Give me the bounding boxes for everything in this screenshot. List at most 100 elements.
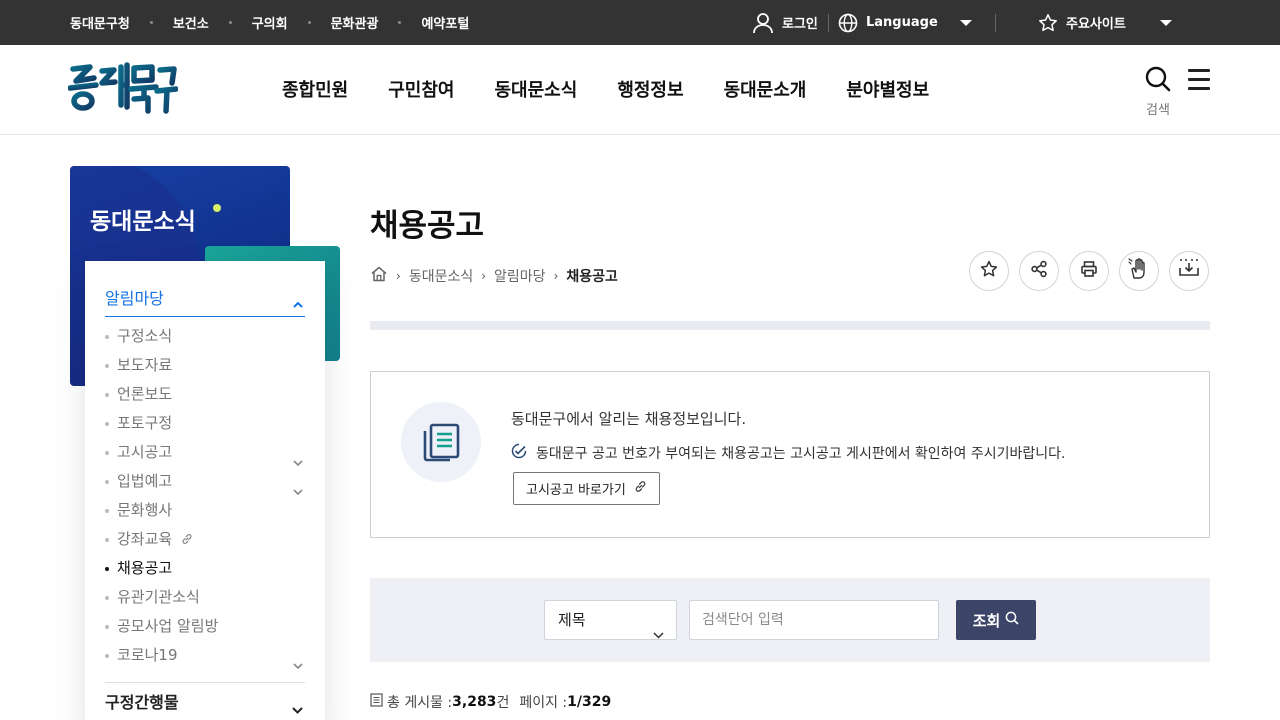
nav-introduction[interactable]: 동대문소개 bbox=[724, 76, 807, 102]
divider bbox=[828, 14, 829, 32]
sidebar-item-label: 언론보도 bbox=[117, 385, 173, 403]
sidebar-item[interactable]: 유관기관소식 bbox=[105, 583, 305, 612]
sidebar-section-toggle[interactable]: 구정간행물 bbox=[105, 682, 305, 720]
family-site-links: 동대문구청 보건소 구의회 문화관광 예약포털 bbox=[70, 0, 469, 45]
sidebar-item[interactable]: 입법예고 bbox=[105, 467, 305, 496]
toplink-council[interactable]: 구의회 bbox=[252, 13, 288, 32]
caret-down-icon bbox=[959, 19, 972, 26]
globe-icon bbox=[838, 13, 858, 33]
star-icon bbox=[1038, 13, 1058, 33]
chevron-right-icon: › bbox=[396, 269, 401, 283]
search-icon bbox=[1000, 611, 1019, 629]
logo-graphic bbox=[67, 62, 179, 114]
share-icon bbox=[1030, 260, 1048, 282]
search-input[interactable] bbox=[689, 600, 939, 640]
page-value: 1/329 bbox=[567, 694, 612, 710]
menu-line bbox=[1188, 69, 1210, 72]
info-headline: 동대문구에서 알리는 채용정보입니다. bbox=[511, 410, 747, 428]
sidebar-item-label: 입법예고 bbox=[117, 472, 173, 490]
sidebar-title-dot bbox=[213, 204, 221, 212]
total-unit: 건 bbox=[496, 695, 510, 711]
hamburger-menu-button[interactable] bbox=[1188, 69, 1210, 96]
language-selector[interactable]: Language bbox=[838, 0, 972, 45]
page-title: 채용공고 bbox=[370, 208, 485, 244]
chevron-down-icon bbox=[292, 699, 303, 718]
breadcrumb-link[interactable]: 알림마당 bbox=[494, 266, 546, 286]
star-icon bbox=[980, 260, 998, 282]
sidebar-item[interactable]: 코로나19 bbox=[105, 641, 305, 670]
document-list-icon bbox=[401, 402, 481, 482]
sidebar-item-label: 고시공고 bbox=[117, 443, 173, 461]
nav-civil-service[interactable]: 종합민원 bbox=[282, 76, 348, 102]
nav-news[interactable]: 동대문소식 bbox=[495, 76, 578, 102]
menu-line bbox=[1188, 87, 1210, 90]
sidebar-item[interactable]: 문화행사 bbox=[105, 496, 305, 525]
divider bbox=[995, 14, 996, 32]
share-button[interactable] bbox=[1019, 251, 1059, 291]
check-circle-icon bbox=[511, 443, 536, 463]
sidebar-menu: 알림마당 구정소식 보도자료 언론보도 포토구정 고시공고 입법예고 문화행사 … bbox=[85, 261, 325, 720]
sidebar-item[interactable]: 강좌교육 bbox=[105, 525, 305, 554]
title-divider-bar bbox=[370, 321, 1210, 330]
sidebar-item-label: 유관기관소식 bbox=[117, 588, 200, 606]
info-note-text: 동대문구 공고 번호가 부여되는 채용공고는 고시공고 게시판에서 확인하여 주… bbox=[536, 446, 1066, 462]
sidebar-item[interactable]: 보도자료 bbox=[105, 351, 305, 380]
toplink-reservation-portal[interactable]: 예약포털 bbox=[421, 13, 469, 32]
info-note: 동대문구 공고 번호가 부여되는 채용공고는 고시공고 게시판에서 확인하여 주… bbox=[511, 443, 1066, 463]
nav-field-info[interactable]: 분야별정보 bbox=[846, 76, 929, 102]
sidebar-item[interactable]: 언론보도 bbox=[105, 380, 305, 409]
chevron-down-icon[interactable] bbox=[293, 651, 303, 680]
chevron-right-icon: › bbox=[553, 269, 559, 283]
sidebar-section-label: 알림마당 bbox=[105, 289, 164, 308]
sidebar-item[interactable]: 공모사업 알림방 bbox=[105, 612, 305, 641]
caret-down-icon bbox=[1159, 19, 1172, 26]
nav-participation[interactable]: 구민참여 bbox=[388, 76, 454, 102]
download-button[interactable] bbox=[1169, 251, 1209, 291]
separator-dot bbox=[228, 21, 232, 24]
toplink-district-office[interactable]: 동대문구청 bbox=[70, 13, 130, 32]
sidebar-item[interactable]: 포토구정 bbox=[105, 409, 305, 438]
header-search-button[interactable]: 검색 bbox=[1142, 65, 1174, 118]
sidebar-item-active[interactable]: 채용공고 bbox=[105, 554, 305, 583]
toplink-health-center[interactable]: 보건소 bbox=[173, 13, 209, 32]
sidebar-item[interactable]: 구정소식 bbox=[105, 322, 305, 351]
bookmark-button[interactable] bbox=[969, 251, 1009, 291]
home-icon[interactable] bbox=[370, 265, 388, 287]
sidebar-item-label: 강좌교육 bbox=[117, 530, 173, 548]
chevron-down-icon bbox=[653, 615, 664, 653]
major-sites-dropdown[interactable]: 주요사이트 bbox=[1038, 0, 1172, 45]
search-label: 검색 bbox=[1146, 103, 1170, 118]
user-icon bbox=[752, 12, 774, 34]
sidebar-section-toggle[interactable]: 알림마당 bbox=[105, 285, 305, 317]
dongdaemun-logo[interactable] bbox=[67, 61, 179, 123]
print-button[interactable] bbox=[1069, 251, 1109, 291]
breadcrumb: › 동대문소식 › 알림마당 › 채용공고 bbox=[370, 266, 618, 286]
breadcrumb-link[interactable]: 동대문소식 bbox=[409, 266, 473, 286]
sidebar-item-label: 채용공고 bbox=[117, 559, 173, 577]
notice-board-link-label: 고시공고 바로가기 bbox=[526, 483, 626, 498]
download-icon bbox=[1178, 258, 1200, 284]
board-count-info: 총 게시물 : 3,283 건 페이지 : 1/329 bbox=[370, 692, 611, 712]
separator-dot bbox=[307, 21, 311, 24]
total-label: 총 게시물 : bbox=[387, 695, 453, 711]
nav-administration[interactable]: 행정정보 bbox=[617, 76, 683, 102]
sidebar-item-label: 포토구정 bbox=[117, 414, 173, 432]
login-label: 로그인 bbox=[782, 17, 818, 32]
toplink-culture-tourism[interactable]: 문화관광 bbox=[331, 13, 379, 32]
separator-dot bbox=[398, 21, 402, 24]
page-label: 페이지 : bbox=[519, 695, 568, 711]
login-link[interactable]: 로그인 bbox=[752, 0, 818, 45]
separator-dot bbox=[149, 21, 153, 24]
menu-line bbox=[1188, 78, 1210, 81]
sign-language-button[interactable] bbox=[1119, 251, 1159, 291]
search-field-value: 제목 bbox=[558, 611, 586, 629]
search-field-select[interactable]: 제목 bbox=[544, 600, 677, 640]
notice-board-link-button[interactable]: 고시공고 바로가기 bbox=[513, 472, 660, 505]
sidebar-item[interactable]: 고시공고 bbox=[105, 438, 305, 467]
top-utility-bar: 동대문구청 보건소 구의회 문화관광 예약포털 로그인 Language 주요사… bbox=[0, 0, 1280, 45]
search-submit-button[interactable]: 조회 bbox=[956, 600, 1036, 640]
sidebar-item-label: 문화행사 bbox=[117, 501, 173, 519]
search-icon bbox=[1144, 66, 1172, 97]
sidebar-item-label: 구정소식 bbox=[117, 327, 173, 345]
main-navigation: 종합민원 구민참여 동대문소식 행정정보 동대문소개 분야별정보 bbox=[282, 45, 969, 133]
